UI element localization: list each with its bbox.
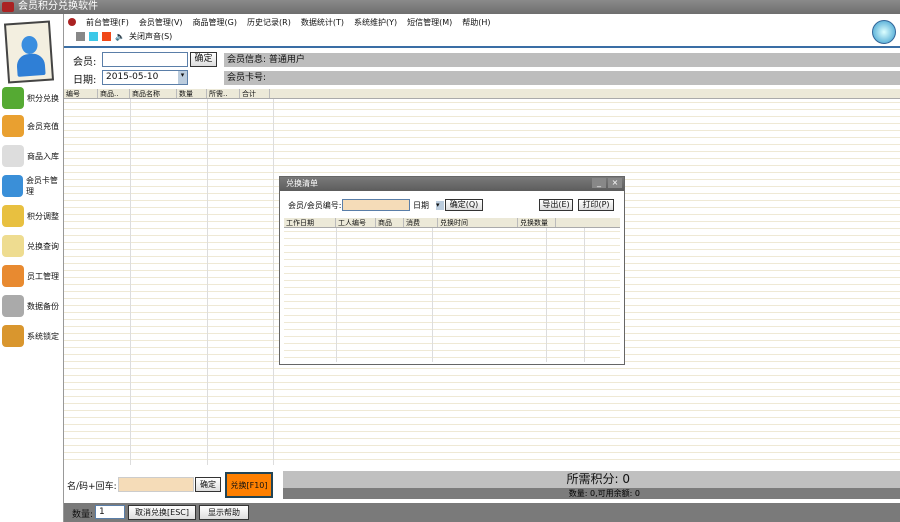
window-title: 会员积分兑换软件 [18, 1, 98, 12]
search-label: 会员/会员编号: [288, 201, 342, 210]
col-header[interactable]: 所需.. [207, 89, 240, 98]
sidebar-item-staff[interactable]: 员工管理 [2, 262, 64, 290]
cancel-exchange-button[interactable]: 取消兑换[ESC] [128, 505, 196, 520]
menu-stats[interactable]: 数据统计(T) [301, 17, 344, 28]
member-info: 会员信息: 普通用户 [224, 53, 900, 67]
col-header[interactable]: 兑换数量 [518, 218, 556, 227]
code-label: 名/码+回车: [67, 482, 117, 492]
date-short-label: 日期 [413, 201, 429, 210]
menu-goods[interactable]: 商品管理(G) [193, 17, 237, 28]
sidebar-item-card[interactable]: 会员卡管理 [2, 172, 64, 200]
sidebar-item-exchange[interactable]: 积分兑换 [2, 84, 64, 112]
menu-front[interactable]: 前台管理(F) [86, 17, 129, 28]
show-help-button[interactable]: 显示帮助 [199, 505, 249, 520]
menu-bar: 前台管理(F) 会员管理(V) 商品管理(G) 历史记录(R) 数据统计(T) … [64, 14, 900, 48]
required-points: 所需积分: 0 [283, 471, 900, 488]
lock-icon [2, 325, 24, 347]
menu-history[interactable]: 历史记录(R) [247, 17, 291, 28]
app-logo-icon [2, 2, 14, 12]
exchange-button[interactable]: 兑换[F10] [225, 472, 273, 498]
sidebar: 积分兑换 会员充值 商品入库 会员卡管理 积分调整 兑换查询 员工管理 数据备份… [0, 14, 64, 522]
col-header[interactable]: 数量 [177, 89, 207, 98]
col-header[interactable]: 编号 [64, 89, 98, 98]
sound-toggle[interactable]: 关闭声音(S) [129, 31, 172, 42]
sidebar-item-stock[interactable]: 商品入库 [2, 142, 64, 170]
col-header[interactable]: 商品 [376, 218, 404, 227]
coins-icon [2, 235, 24, 257]
member-input[interactable] [102, 52, 188, 67]
col-header[interactable]: 工作日期 [284, 218, 336, 227]
menu-sms[interactable]: 短信管理(M) [407, 17, 452, 28]
menu-member[interactable]: 会员管理(V) [139, 17, 183, 28]
code-input[interactable] [118, 477, 194, 492]
dialog-table: 工作日期 工人编号 商品 消费 兑换时间 兑换数量 [284, 218, 620, 362]
status-bar: 数量: 1 取消兑换[ESC] 显示帮助 [64, 503, 900, 522]
theme-red-button[interactable] [102, 32, 111, 41]
balance-info: 数量: 0,可用余额: 0 [283, 488, 900, 499]
date-label: 日期: [73, 75, 97, 86]
card-number: 会员卡号: [224, 71, 900, 85]
chevron-down-icon[interactable]: ▾ [178, 71, 187, 84]
cart-icon [2, 145, 24, 167]
menu-help[interactable]: 帮助(H) [462, 17, 490, 28]
sidebar-item-adjust[interactable]: 积分调整 [2, 202, 64, 230]
tag-icon [2, 87, 24, 109]
pencil-icon [2, 205, 24, 227]
sidebar-item-query[interactable]: 兑换查询 [2, 232, 64, 260]
dialog-search-input[interactable] [342, 199, 410, 211]
col-header[interactable]: 消费 [404, 218, 438, 227]
member-form: 会员: 确定 会员信息: 普通用户 日期: 2015-05-10 ▾ 会员卡号: [64, 50, 900, 88]
col-header[interactable]: 合计 [240, 89, 270, 98]
sidebar-item-backup[interactable]: 数据备份 [2, 292, 64, 320]
qty-label: 数量: [72, 510, 94, 520]
theme-gray-button[interactable] [76, 32, 85, 41]
date-picker[interactable]: 2015-05-10 [102, 70, 188, 85]
qty-stepper[interactable]: 1 [95, 505, 125, 519]
theme-blue-button[interactable] [89, 32, 98, 41]
col-header[interactable]: 工人编号 [336, 218, 376, 227]
chevron-down-icon[interactable]: ▾ [436, 201, 444, 210]
member-confirm-button[interactable]: 确定 [190, 52, 217, 67]
dialog-confirm-button[interactable]: 确定(Q) [445, 199, 483, 211]
exchange-list-dialog: 兑换清单 _ × 会员/会员编号: 日期 ▾ 确定(Q) 导出(E) 打印(P)… [279, 176, 625, 365]
minimize-button[interactable]: _ [592, 178, 606, 188]
users-icon [2, 265, 24, 287]
col-header[interactable]: 商品.. [98, 89, 130, 98]
dialog-title: 兑换清单 [280, 177, 624, 191]
speaker-icon[interactable]: 🔈 [115, 32, 125, 41]
code-confirm-button[interactable]: 确定 [195, 477, 221, 492]
sidebar-item-lock[interactable]: 系统锁定 [2, 322, 64, 350]
export-button[interactable]: 导出(E) [539, 199, 573, 211]
member-label: 会员: [73, 57, 97, 68]
close-button[interactable]: × [608, 178, 622, 188]
tools-icon [2, 295, 24, 317]
col-header[interactable]: 商品名称 [130, 89, 177, 98]
wallet-icon [2, 115, 24, 137]
sidebar-item-recharge[interactable]: 会员充值 [2, 112, 64, 140]
refresh-button[interactable] [872, 20, 896, 44]
user-avatar-icon [3, 20, 55, 84]
title-bar: 会员积分兑换软件 [0, 0, 900, 14]
col-header[interactable]: 兑换时间 [438, 218, 518, 227]
print-button[interactable]: 打印(P) [578, 199, 614, 211]
menu-logo-icon [68, 18, 76, 26]
menu-system[interactable]: 系统维护(Y) [354, 17, 397, 28]
card-icon [2, 175, 23, 197]
